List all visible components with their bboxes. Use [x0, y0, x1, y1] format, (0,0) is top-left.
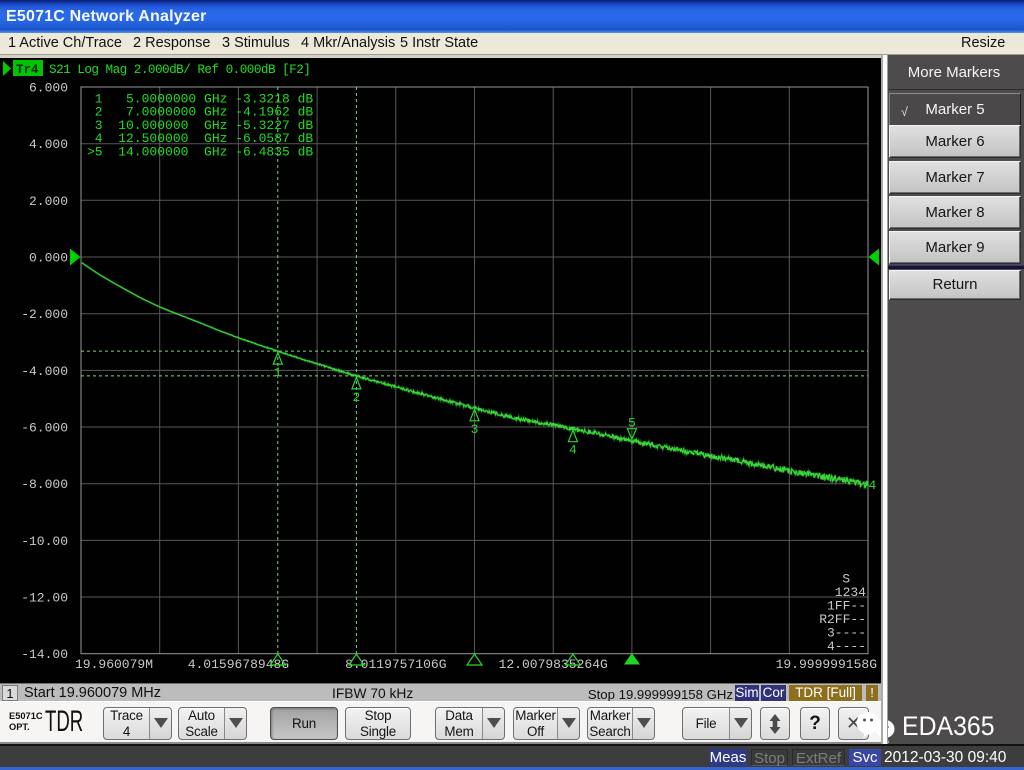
svg-text:2: 2 [352, 390, 360, 405]
svg-text:4: 4 [569, 443, 577, 458]
svg-text:-12.00: -12.00 [21, 591, 68, 606]
svg-text:3: 3 [471, 422, 479, 437]
svg-text:-2.000: -2.000 [21, 307, 68, 322]
svg-text:6.000: 6.000 [29, 81, 68, 96]
svg-text:-10.00: -10.00 [21, 534, 68, 549]
svg-text:19.999999158G: 19.999999158G [776, 657, 877, 672]
svg-text:-6.000: -6.000 [21, 421, 68, 436]
svg-text:Tr4: Tr4 [16, 63, 39, 77]
svg-text:-8.000: -8.000 [21, 477, 68, 492]
svg-text:4----: 4---- [827, 639, 866, 654]
svg-text:19.960079M: 19.960079M [75, 657, 153, 672]
svg-text:2.000: 2.000 [29, 194, 68, 209]
svg-text:>5 14.000000 GHz -6.4835 dB: >5 14.000000 GHz -6.4835 dB [87, 144, 313, 159]
svg-text:4: 4 [869, 478, 877, 493]
svg-text:4.000: 4.000 [29, 137, 68, 152]
svg-text:S21 Log Mag 2.000dB/ Ref 0.000: S21 Log Mag 2.000dB/ Ref 0.000dB [F2] [49, 62, 310, 77]
svg-text:-14.00: -14.00 [21, 647, 68, 662]
svg-text:-4.000: -4.000 [21, 364, 68, 379]
svg-text:1: 1 [274, 365, 282, 380]
svg-text:12.0079835264G: 12.0079835264G [499, 657, 608, 672]
svg-text:0.000: 0.000 [29, 251, 68, 266]
